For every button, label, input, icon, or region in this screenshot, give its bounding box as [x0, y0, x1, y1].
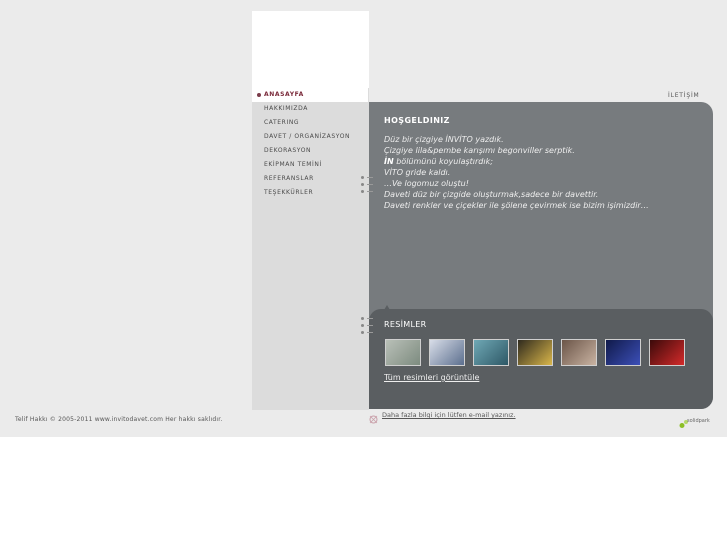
- logo-area: [252, 11, 369, 88]
- gallery-title: RESİMLER: [384, 320, 427, 329]
- welcome-line: …Ve logomuz oluştu!: [384, 179, 469, 188]
- nav-item-tesekkurler[interactable]: TEŞEKKÜRLER: [264, 187, 313, 199]
- welcome-line: Düz bir çizgiye İNVİTO yazdık.: [384, 135, 504, 144]
- brand-link[interactable]: solidpark: [679, 414, 710, 433]
- gallery-thumbnail[interactable]: [517, 339, 553, 366]
- sidebar-nav: ANASAYFA HAKKIMIZDA CATERING DAVET / ORG…: [252, 88, 369, 410]
- gallery-thumbnail[interactable]: [473, 339, 509, 366]
- nav-item-anasayfa[interactable]: ANASAYFA: [252, 88, 368, 102]
- welcome-line: Daveti düz bir çizgide oluşturmak,sadece…: [384, 190, 599, 199]
- dot-list-icon: [361, 317, 375, 337]
- nav-item-catering[interactable]: CATERING: [264, 117, 299, 129]
- view-all-images-link[interactable]: Tüm resimleri görüntüle: [384, 373, 479, 382]
- welcome-bold: İN: [384, 157, 394, 166]
- nav-item-label: ANASAYFA: [264, 91, 304, 98]
- gallery-thumbnail[interactable]: [429, 339, 465, 366]
- welcome-line: VİTO gride kaldı.: [384, 168, 451, 177]
- gallery-thumbnail[interactable]: [605, 339, 641, 366]
- active-bullet-icon: [257, 93, 261, 97]
- email-info-link[interactable]: Daha fazla bilgi için lütfen e-mail yazı…: [382, 411, 522, 420]
- dot-list-icon: [361, 176, 375, 196]
- nav-item-ekipman-temini[interactable]: EKİPMAN TEMİNİ: [264, 159, 322, 171]
- nav-item-hakkimizda[interactable]: HAKKIMIZDA: [264, 103, 308, 115]
- welcome-line: Çizgiye lila&pembe karışımı begonviller …: [384, 146, 575, 155]
- flower-mail-icon: [369, 415, 378, 424]
- nav-item-referanslar[interactable]: REFERANSLAR: [264, 173, 314, 185]
- nav-item-davet-organizasyon[interactable]: DAVET / ORGANİZASYON: [264, 131, 350, 143]
- gallery-thumbnail[interactable]: [561, 339, 597, 366]
- brand-label: solidpark: [687, 418, 710, 424]
- nav-item-dekorasyon[interactable]: DEKORASYON: [264, 145, 311, 157]
- copyright-text: Telif Hakkı © 2005-2011 www.invitodavet.…: [15, 416, 223, 423]
- contact-link[interactable]: İLETİŞİM: [668, 92, 700, 99]
- gallery-thumbnail[interactable]: [649, 339, 685, 366]
- welcome-text: Düz bir çizgiye İNVİTO yazdık. Çizgiye l…: [384, 134, 704, 211]
- welcome-title: HOŞGELDINIZ: [384, 116, 450, 125]
- welcome-line: İN bölümünü koyulaştırdık;: [384, 156, 704, 167]
- pointer-arrow-icon: [384, 305, 390, 310]
- gallery-thumbnail[interactable]: [385, 339, 421, 366]
- welcome-line-rest: bölümünü koyulaştırdık;: [393, 157, 493, 166]
- welcome-line: Daveti renkler ve çiçekler ile şölene çe…: [384, 201, 649, 210]
